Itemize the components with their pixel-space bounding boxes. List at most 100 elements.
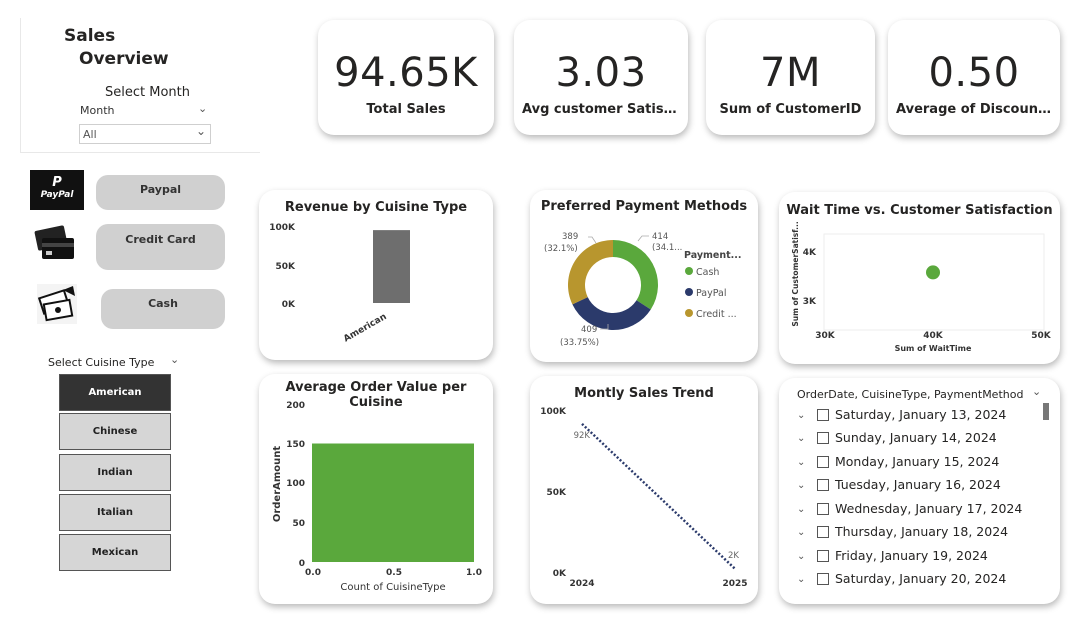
cuisine-option-chinese[interactable]: Chinese [59,413,171,450]
month-dropdown[interactable]: All ⌄ [79,124,211,144]
avg-order-value-card[interactable]: Average Order Value per Cuisine 200 150 … [259,374,493,604]
order-date-slicer-card[interactable]: OrderDate, CuisineType, PaymentMethod ⌄ … [779,378,1060,604]
x-tick-label: 0.0 [305,568,321,578]
avg-order-bar-chart: 200 150 100 50 0 0.0 0.5 1.0 Count of Cu… [272,401,482,593]
point-label: 92K [574,431,591,441]
y-axis-label: OrderAmount [272,446,283,523]
cash-button[interactable]: Cash [101,289,225,329]
paypal-button-label: Paypal [139,183,182,196]
cuisine-option-mexican[interactable]: Mexican [59,534,171,571]
wait-vs-satisfaction-card[interactable]: Wait Time vs. Customer Satisfaction 4K 3… [779,192,1060,364]
credit-card-button[interactable]: Credit Card [96,224,225,270]
checkbox[interactable] [817,550,829,562]
checkbox[interactable] [817,503,829,515]
y-tick-label: 100K [269,223,296,233]
y-tick-label: 4K [803,248,817,258]
y-tick-label: 50K [547,488,568,498]
kpi-label: Total Sales [366,102,446,117]
x-tick-label: 0.5 [386,568,402,578]
y-tick-label: 3K [803,297,817,307]
cuisine-option-italian[interactable]: Italian [59,494,171,531]
expand-chevron-icon[interactable]: ⌄ [797,574,805,585]
expand-chevron-icon[interactable]: ⌄ [797,551,805,562]
checkbox[interactable] [817,526,829,538]
slice-label-credit: 389 [562,232,578,242]
kpi-card-customer-id: 7M Sum of CustomerID [706,20,875,135]
chevron-down-icon[interactable]: ⌄ [170,353,179,366]
page-title-line1: Sales [64,26,116,46]
date-row[interactable]: ⌄ Thursday, January 18, 2024 [779,524,1039,547]
checkbox[interactable] [817,409,829,421]
paypal-logo-icon: P PayPal [30,170,84,210]
point-label: 2K [728,551,739,561]
date-row[interactable]: ⌄ Monday, January 15, 2024 [779,454,1039,477]
checkbox[interactable] [817,573,829,585]
cuisine-option-indian[interactable]: Indian [59,454,171,491]
expand-chevron-icon[interactable]: ⌄ [797,527,805,538]
kpi-value: 94.65K [334,50,478,96]
kpi-label: Sum of CustomerID [719,102,862,117]
date-row[interactable]: ⌄ Saturday, January 13, 2024 [779,407,1039,430]
chevron-down-icon: ⌄ [195,124,206,138]
kpi-card-total-sales: 94.65K Total Sales [318,20,494,135]
select-month-label: Select Month [105,85,190,100]
expand-chevron-icon[interactable]: ⌄ [797,433,805,444]
checkbox[interactable] [817,479,829,491]
cuisine-option-american[interactable]: American [59,374,171,411]
expand-chevron-icon[interactable]: ⌄ [797,410,805,421]
slicer-header: OrderDate, CuisineType, PaymentMethod [797,388,1024,401]
x-tick-label: 2025 [722,579,747,589]
bar-order-amount [312,443,474,562]
date-row[interactable]: ⌄ Saturday, January 20, 2024 [779,571,1039,594]
y-tick-label: 0K [282,300,296,310]
month-collapse-icon[interactable]: ⌄ [198,102,207,115]
credit-card-icon [32,222,76,264]
slice-label-paypal-pct: (33.75%) [560,338,599,348]
paypal-logo-text: PayPal [40,190,74,200]
x-tick-label: 2024 [569,579,594,589]
x-tick-label: 50K [1031,331,1052,341]
date-row[interactable]: ⌄ Tuesday, January 16, 2024 [779,477,1039,500]
legend-label-paypal: PayPal [696,288,727,299]
checkbox[interactable] [817,456,829,468]
expand-chevron-icon[interactable]: ⌄ [797,504,805,515]
date-row[interactable]: ⌄ Wednesday, January 17, 2024 [779,501,1039,524]
kpi-value: 0.50 [928,50,1020,96]
scatter-chart: 4K 3K 30K 40K 50K Sum of WaitTime Sum of… [791,221,1052,353]
date-row[interactable]: ⌄ Sunday, January 14, 2024 [779,430,1039,453]
cuisine-slicer-title: Select Cuisine Type [48,356,155,369]
y-tick-label: 100K [540,407,567,417]
bar-american [373,230,410,303]
legend-dot-cash [685,267,693,275]
x-axis-label: Sum of WaitTime [895,344,972,353]
scatter-point [926,265,940,280]
payment-methods-card[interactable]: Preferred Payment Methods 414 (34.1... 3… [530,190,758,362]
kpi-value: 7M [760,50,821,96]
kpi-card-avg-satisfaction: 3.03 Avg customer Satisfac... [514,20,688,135]
x-axis-label: Count of CuisineType [340,582,445,593]
cash-button-label: Cash [148,297,178,310]
month-field-label: Month [80,104,115,117]
kpi-label: Average of DiscountA... [896,102,1060,117]
checkbox[interactable] [817,432,829,444]
y-tick-label: 100 [286,479,305,489]
revenue-bar-chart: 100K 50K 0K American [269,223,410,344]
date-row[interactable]: ⌄ Friday, January 19, 2024 [779,548,1039,571]
y-tick-label: 200 [286,401,305,411]
legend-dot-credit [685,309,693,317]
page-title-line2: Overview [79,49,169,69]
expand-chevron-icon[interactable]: ⌄ [797,480,805,491]
scrollbar-thumb[interactable] [1043,403,1049,420]
x-tick-label: 30K [815,331,836,341]
slice-label-cash-pct: (34.1... [652,243,682,253]
y-axis-label: Sum of CustomerSatisf... [791,221,800,326]
legend-title: Payment... [684,250,742,261]
monthly-sales-trend-card[interactable]: Montly Sales Trend 100K 50K 0K 2024 2025… [530,376,758,604]
chevron-down-icon[interactable]: ⌄ [1032,385,1041,398]
paypal-button[interactable]: Paypal [96,175,225,210]
revenue-by-cuisine-card[interactable]: Revenue by Cuisine Type 100K 50K 0K Amer… [259,190,493,360]
x-tick-label: 1.0 [466,568,482,578]
trend-line [581,422,736,570]
legend-label-credit: Credit ... [696,309,737,320]
expand-chevron-icon[interactable]: ⌄ [797,457,805,468]
